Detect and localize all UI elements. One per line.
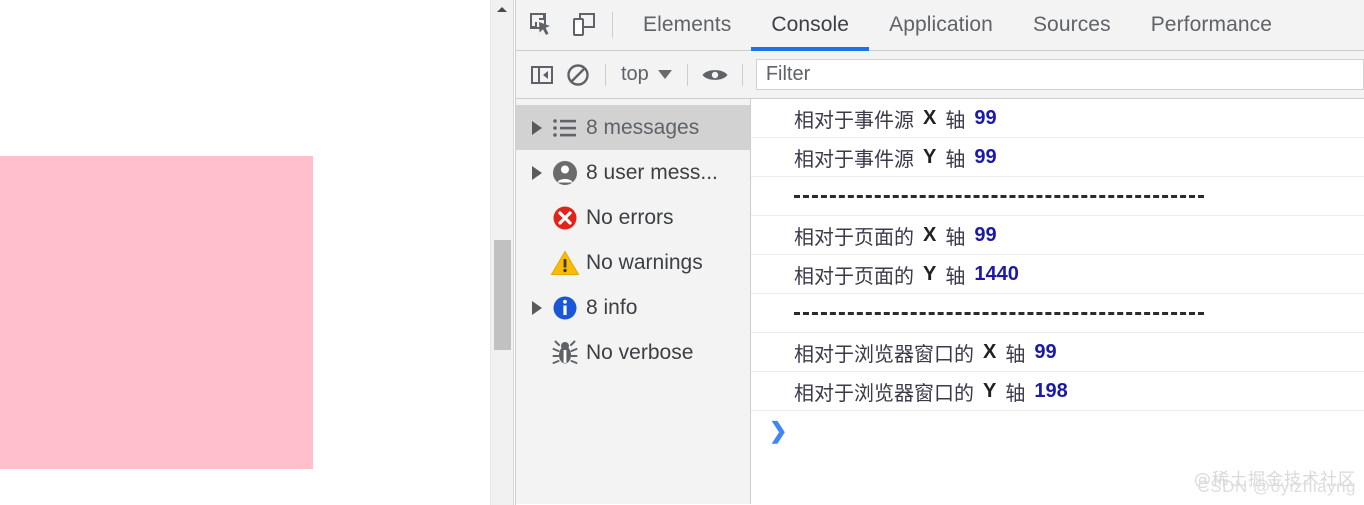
console-filter-toolbar: top [516, 51, 1364, 99]
tab-application[interactable]: Application [869, 0, 1013, 51]
expand-triangle-icon[interactable] [526, 121, 548, 135]
log-value: 99 [1034, 340, 1057, 363]
sidebar-item-verbose-label: No verbose [586, 340, 694, 364]
devtools-tool-icons [516, 7, 602, 43]
log-text: 相对于浏览器窗口的 [794, 341, 974, 366]
console-log-row[interactable]: 相对于浏览器窗口的 Y 轴 198 [751, 372, 1364, 411]
log-text: 相对于页面的 [794, 263, 914, 288]
warning-icon [548, 249, 582, 277]
sidebar-item-user-messages-label: 8 user mess... [586, 160, 718, 184]
sidebar-item-user-messages[interactable]: 8 user mess... [516, 150, 750, 195]
log-unit: 轴 [945, 224, 966, 249]
chevron-down-icon [657, 70, 672, 79]
tab-application-label: Application [889, 13, 993, 36]
expand-triangle-icon[interactable] [526, 166, 548, 180]
screenshot-root: Elements Console Application Sources Per… [0, 0, 1364, 505]
log-value: 1440 [974, 262, 1019, 285]
log-unit: 轴 [945, 263, 966, 288]
devtools-tabstrip: Elements Console Application Sources Per… [516, 0, 1364, 51]
list-icon [548, 117, 582, 139]
sidebar-item-info-label: 8 info [586, 295, 638, 319]
log-unit: 轴 [1005, 380, 1026, 405]
sidebar-item-verbose[interactable]: No verbose [516, 330, 750, 375]
error-icon [548, 204, 582, 232]
log-value: 99 [974, 106, 997, 129]
dashed-separator [794, 194, 1204, 198]
sidebar-toggle-icon[interactable] [524, 57, 560, 93]
page-viewport[interactable] [0, 0, 490, 505]
sidebar-item-errors-label: No errors [586, 205, 674, 229]
console-log-row[interactable]: 相对于页面的 X 轴 99 [751, 216, 1364, 255]
clear-console-icon[interactable] [560, 57, 596, 93]
log-text: 相对于浏览器窗口的 [794, 380, 974, 405]
log-text: 相对于事件源 [794, 107, 914, 132]
filterbar-divider-1 [605, 63, 606, 86]
user-icon [548, 159, 582, 187]
console-log-row[interactable]: 相对于页面的 Y 轴 1440 [751, 255, 1364, 294]
log-text: 相对于事件源 [794, 146, 914, 171]
execution-context-label: top [621, 63, 649, 85]
pink-demo-box[interactable] [0, 156, 313, 469]
prompt-chevron-icon: ❯ [769, 417, 788, 443]
log-axis: Y [923, 262, 937, 285]
log-axis: Y [923, 145, 937, 168]
tab-elements-label: Elements [643, 13, 732, 36]
console-log-row[interactable]: 相对于浏览器窗口的 X 轴 99 [751, 333, 1364, 372]
log-axis: Y [983, 379, 997, 402]
eye-icon[interactable] [697, 57, 733, 93]
console-divider-row[interactable] [751, 177, 1364, 216]
log-value: 99 [974, 145, 997, 168]
tab-console-label: Console [771, 13, 850, 36]
devtools-tab-list: Elements Console Application Sources Per… [623, 0, 1292, 51]
execution-context-selector[interactable]: top [615, 63, 678, 86]
console-log-row[interactable]: 相对于事件源 X 轴 99 [751, 99, 1364, 138]
page-scrollbar[interactable] [490, 0, 514, 505]
log-unit: 轴 [945, 107, 966, 132]
sidebar-item-warnings[interactable]: No warnings [516, 240, 750, 285]
log-axis: X [923, 106, 937, 129]
dashed-separator [794, 311, 1204, 315]
console-sidebar: 8 messages 8 user mess... No errors No w… [516, 99, 751, 504]
console-log-row[interactable]: 相对于事件源 Y 轴 99 [751, 138, 1364, 177]
log-axis: X [983, 340, 997, 363]
log-unit: 轴 [1005, 341, 1026, 366]
console-body: 8 messages 8 user mess... No errors No w… [516, 99, 1364, 504]
tab-console[interactable]: Console [751, 0, 869, 51]
inspect-element-icon[interactable] [524, 7, 560, 43]
log-value: 99 [974, 223, 997, 246]
sidebar-item-warnings-label: No warnings [586, 250, 703, 274]
info-icon [548, 294, 582, 322]
expand-triangle-icon[interactable] [526, 301, 548, 315]
devtools-panel: Elements Console Application Sources Per… [515, 0, 1364, 505]
sidebar-item-messages[interactable]: 8 messages [516, 105, 750, 150]
scrollbar-arrow-up-icon[interactable] [491, 0, 514, 18]
filterbar-divider-2 [686, 63, 688, 86]
sidebar-item-messages-label: 8 messages [586, 115, 700, 139]
tab-sources[interactable]: Sources [1013, 0, 1131, 51]
console-divider-row[interactable] [751, 294, 1364, 333]
filterbar-divider-3 [741, 63, 743, 86]
log-unit: 轴 [945, 146, 966, 171]
tab-performance[interactable]: Performance [1131, 0, 1292, 51]
device-toolbar-icon[interactable] [566, 7, 602, 43]
toolbar-divider [612, 12, 613, 38]
tab-elements[interactable]: Elements [623, 0, 751, 51]
scrollbar-thumb[interactable] [494, 240, 511, 350]
log-value: 198 [1034, 379, 1068, 402]
console-prompt-row[interactable]: ❯ [751, 411, 1364, 450]
log-axis: X [923, 223, 937, 246]
console-filter-input[interactable] [755, 59, 1364, 90]
log-text: 相对于页面的 [794, 224, 914, 249]
sidebar-item-info[interactable]: 8 info [516, 285, 750, 330]
verbose-bug-icon [548, 339, 582, 367]
console-output[interactable]: 相对于事件源 X 轴 99 相对于事件源 Y 轴 99 相对于页面的 X 轴 9… [751, 99, 1364, 504]
sidebar-item-errors[interactable]: No errors [516, 195, 750, 240]
tab-sources-label: Sources [1032, 13, 1111, 36]
tab-performance-label: Performance [1150, 13, 1273, 36]
